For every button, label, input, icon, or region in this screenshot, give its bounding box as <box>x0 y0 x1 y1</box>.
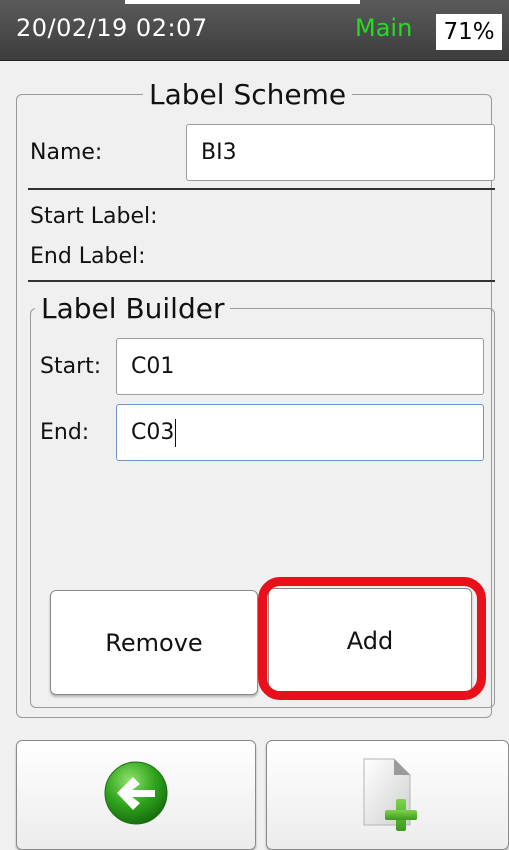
label-builder-legend: Label Builder <box>41 292 225 325</box>
status-bar-notch <box>125 0 360 4</box>
start-input-value: C01 <box>131 354 175 379</box>
label-scheme-legend: Label Scheme <box>149 78 347 111</box>
name-input-value: BI3 <box>201 140 237 165</box>
status-mode: Main <box>355 14 413 42</box>
divider <box>28 188 495 190</box>
end-field-label: End: <box>40 420 90 445</box>
text-caret <box>175 418 177 447</box>
new-document-plus-icon <box>348 753 428 837</box>
remove-button[interactable]: Remove <box>50 590 258 695</box>
add-button-highlight <box>258 577 486 700</box>
new-scheme-button[interactable] <box>266 740 509 850</box>
end-input[interactable]: C03 <box>116 404 484 461</box>
name-input[interactable]: BI3 <box>186 124 495 181</box>
start-field-label: Start: <box>40 354 102 379</box>
end-label-caption: End Label: <box>30 244 146 269</box>
start-input[interactable]: C01 <box>116 338 484 395</box>
status-bar: 20/02/19 02:07 Main 71% <box>0 0 509 61</box>
battery-indicator: 71% <box>436 14 502 50</box>
start-label-caption: Start Label: <box>30 204 158 229</box>
back-button[interactable] <box>16 740 256 850</box>
end-input-value: C03 <box>131 420 175 445</box>
remove-button-label: Remove <box>105 628 203 657</box>
divider <box>28 280 495 282</box>
name-label: Name: <box>30 140 103 165</box>
status-datetime: 20/02/19 02:07 <box>16 14 208 42</box>
back-arrow-icon <box>103 760 169 830</box>
